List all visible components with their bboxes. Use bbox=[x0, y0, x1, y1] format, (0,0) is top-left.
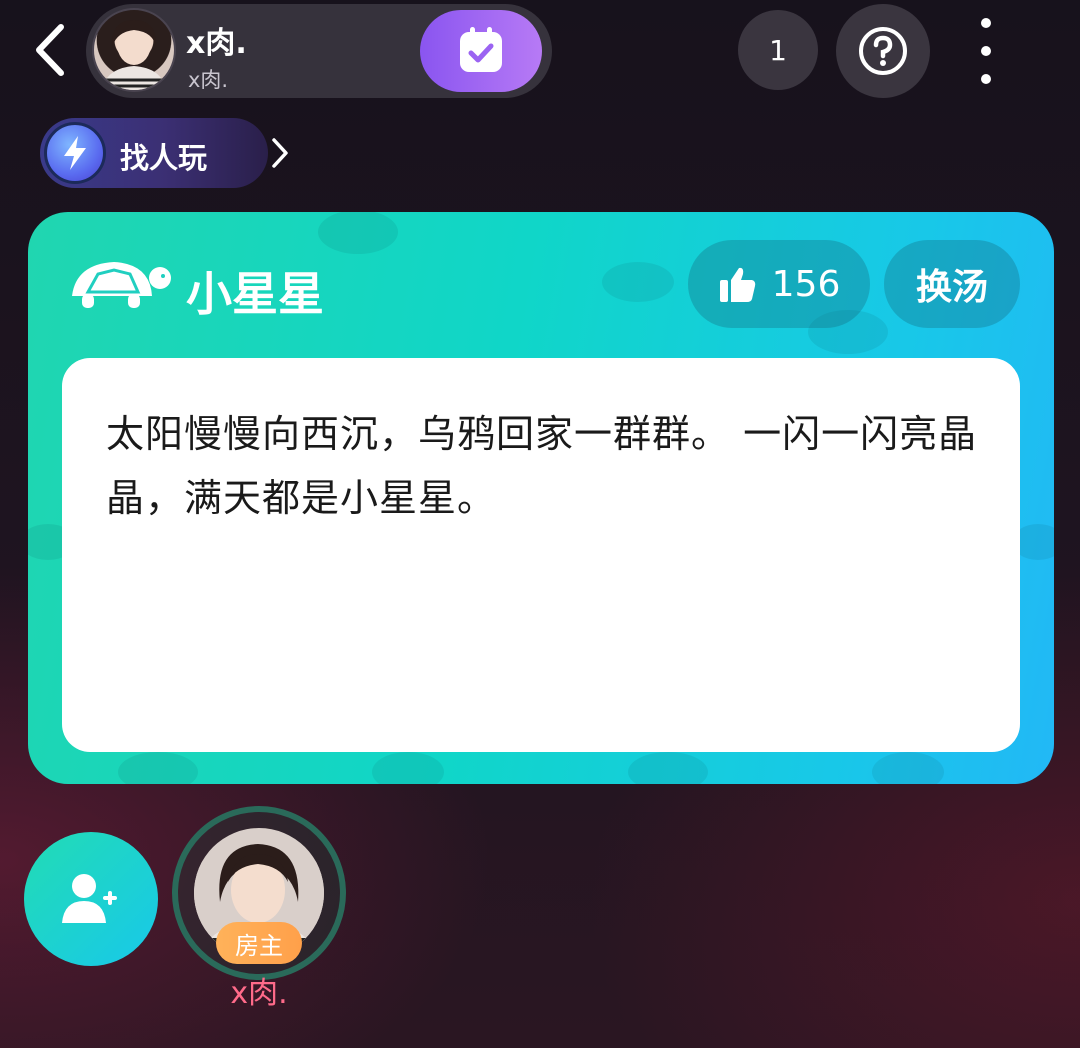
back-button[interactable] bbox=[22, 18, 78, 82]
owner-badge: 房主 bbox=[216, 922, 302, 964]
host-name: x肉. bbox=[230, 976, 288, 1011]
turtle-icon bbox=[72, 262, 171, 308]
room-info-pill[interactable]: x肉. x肉. bbox=[86, 4, 552, 98]
room-subtitle: x肉. bbox=[188, 68, 229, 92]
more-vertical-icon bbox=[981, 18, 991, 28]
find-people-label: 找人玩 bbox=[120, 141, 208, 175]
lightning-icon bbox=[44, 122, 106, 184]
soup-content-box: 太阳慢慢向西沉，乌鸦回家一群群。 一闪一闪亮晶晶，满天都是小星星。 bbox=[62, 358, 1020, 752]
game-title: 小星星 bbox=[186, 267, 324, 321]
thumbs-up-icon bbox=[719, 267, 755, 302]
add-user-icon bbox=[62, 874, 117, 923]
host-avatar[interactable] bbox=[92, 8, 176, 92]
room-title: x肉. bbox=[186, 26, 247, 61]
switch-soup-button[interactable]: 换汤 bbox=[884, 240, 1020, 328]
chevron-left-icon bbox=[36, 24, 64, 76]
find-people-button[interactable]: 找人玩 bbox=[40, 118, 288, 188]
chevron-right-icon bbox=[272, 138, 288, 168]
calendar-check-icon bbox=[460, 27, 502, 72]
help-button[interactable] bbox=[836, 4, 930, 98]
soup-text: 太阳慢慢向西沉，乌鸦回家一群群。 一闪一闪亮晶晶，满天都是小星星。 bbox=[106, 412, 978, 520]
like-count: 156 bbox=[771, 263, 841, 305]
avatar-portrait bbox=[102, 20, 166, 90]
game-card: 小星星 156 换汤 太阳慢慢向西沉，乌鸦回家一群群。 一闪一闪亮晶晶，满天都是… bbox=[28, 212, 1054, 784]
host-seat[interactable]: 房主 bbox=[172, 806, 346, 980]
invite-user-button[interactable] bbox=[24, 832, 158, 966]
question-icon bbox=[859, 27, 907, 75]
online-count-badge[interactable]: 1 bbox=[738, 10, 818, 90]
more-options-button[interactable] bbox=[964, 18, 1008, 84]
like-button[interactable]: 156 bbox=[688, 240, 870, 328]
checkin-button[interactable] bbox=[420, 10, 542, 92]
